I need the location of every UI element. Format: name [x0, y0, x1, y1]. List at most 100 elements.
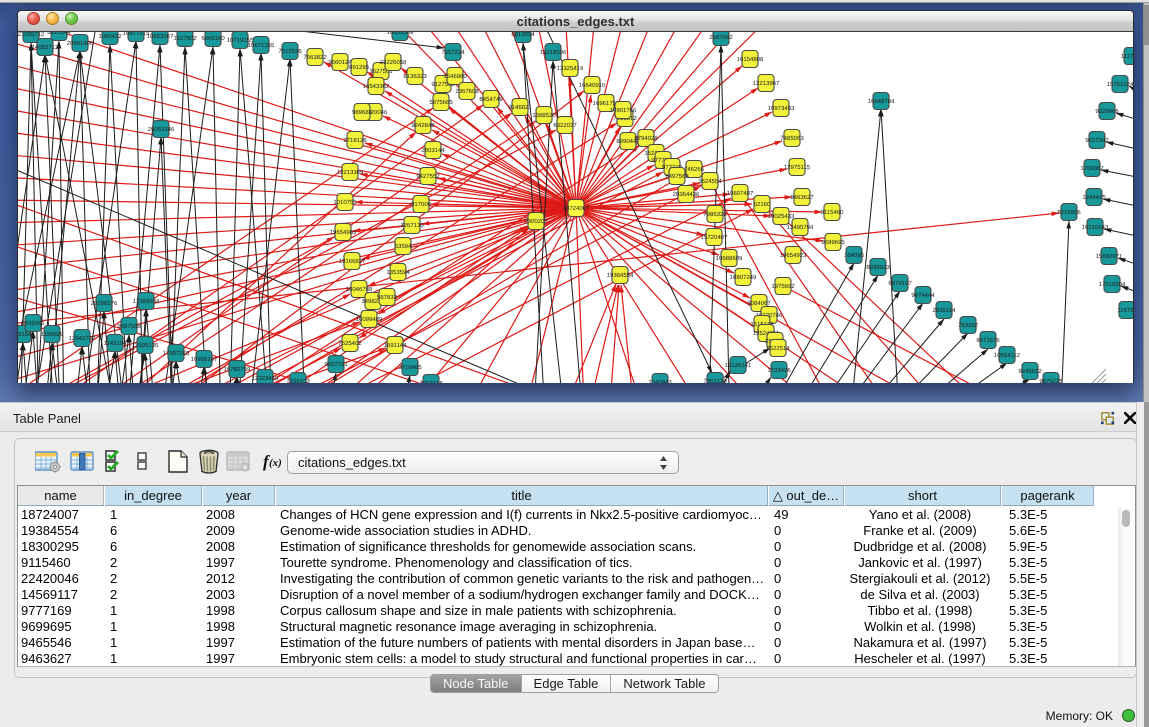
svg-text:10973493: 10973493 [768, 104, 795, 111]
svg-text:3624554: 3624554 [698, 177, 722, 184]
svg-text:6794028: 6794028 [634, 134, 658, 141]
svg-text:13495794: 13495794 [787, 223, 814, 230]
svg-text:9463627: 9463627 [790, 193, 814, 200]
svg-text:8215956: 8215956 [1057, 208, 1081, 215]
svg-text:9242848: 9242848 [411, 121, 435, 128]
svg-text:9474444: 9474444 [911, 291, 935, 298]
svg-text:9227342: 9227342 [1085, 136, 1109, 143]
svg-text:15751024: 15751024 [1107, 80, 1133, 87]
svg-text:2522514: 2522514 [766, 344, 790, 351]
svg-text:18807249: 18807249 [730, 273, 757, 280]
svg-text:2935114: 2935114 [933, 306, 956, 313]
svg-text:7485063: 7485063 [780, 134, 804, 141]
svg-text:8938923: 8938923 [866, 263, 890, 270]
svg-text:8454749: 8454749 [479, 95, 503, 102]
svg-text:10807487: 10807487 [727, 189, 754, 196]
svg-text:6497568: 6497568 [665, 172, 689, 179]
svg-text:16046788: 16046788 [346, 285, 373, 292]
svg-text:23226058: 23226058 [380, 58, 407, 65]
svg-text:17957255: 17957255 [163, 349, 190, 356]
svg-text:1080432: 1080432 [98, 32, 122, 39]
svg-text:1244415: 1244415 [1082, 193, 1106, 200]
svg-text:1117546: 1117546 [1121, 52, 1133, 59]
svg-text:19654923: 19654923 [780, 251, 807, 258]
svg-text:116753: 116753 [1117, 306, 1133, 313]
svg-text:17359934: 17359934 [133, 297, 160, 304]
svg-text:9660124: 9660124 [328, 58, 352, 65]
svg-text:15720407: 15720407 [701, 233, 728, 240]
svg-text:18724007: 18724007 [563, 204, 590, 211]
svg-text:14055712: 14055712 [32, 43, 59, 50]
svg-text:26053346: 26053346 [148, 125, 175, 132]
svg-text:16640910: 16640910 [579, 81, 606, 88]
svg-text:9427552: 9427552 [416, 172, 440, 179]
svg-text:6879197: 6879197 [888, 279, 912, 286]
svg-text:9329966: 9329966 [1095, 107, 1119, 114]
svg-text:12323468: 12323468 [252, 374, 279, 381]
svg-text:2803144: 2803144 [421, 146, 445, 153]
svg-text:16543362: 16543362 [363, 82, 390, 89]
svg-text:1546980: 1546980 [443, 72, 467, 79]
svg-text:1010755: 1010755 [333, 198, 357, 205]
svg-text:62160: 62160 [754, 200, 771, 207]
svg-text:1975692: 1975692 [771, 282, 795, 289]
svg-text:12213369: 12213369 [337, 168, 364, 175]
svg-text:12213967: 12213967 [753, 79, 780, 86]
svg-text:587833: 587833 [377, 293, 397, 300]
svg-text:16210643: 16210643 [1082, 223, 1109, 230]
svg-text:7986322: 7986322 [703, 210, 727, 217]
svg-text:21035712: 21035712 [18, 32, 45, 38]
svg-text:15692971: 15692971 [1096, 252, 1123, 259]
svg-text:7515526: 7515526 [278, 47, 302, 54]
svg-text:6322037: 6322037 [553, 121, 577, 128]
svg-text:10671355: 10671355 [248, 41, 275, 48]
svg-text:19166827: 19166827 [339, 257, 366, 264]
svg-text:16782759: 16782759 [224, 365, 251, 372]
svg-text:10653369: 10653369 [387, 32, 414, 36]
svg-text:763262: 763262 [958, 321, 978, 328]
svg-text:5875685: 5875685 [429, 98, 453, 105]
svg-text:15136141: 15136141 [725, 361, 752, 368]
svg-text:3716485: 3716485 [398, 363, 422, 370]
svg-text:16099489: 16099489 [356, 315, 383, 322]
svg-text:7625402: 7625402 [338, 339, 362, 346]
svg-text:2367608: 2367608 [455, 87, 479, 94]
svg-text:7357224: 7357224 [441, 48, 465, 55]
svg-text:9457791: 9457791 [324, 360, 348, 367]
svg-text:8813054: 8813054 [511, 32, 535, 38]
svg-text:9245652: 9245652 [1018, 367, 1042, 374]
svg-text:20691406: 20691406 [67, 39, 94, 46]
svg-text:2207418: 2207418 [419, 379, 443, 383]
svg-text:12505135: 12505135 [132, 341, 159, 348]
svg-text:12942737: 12942737 [69, 334, 96, 341]
svg-text:9876215: 9876215 [1039, 377, 1063, 383]
svg-text:1435061: 1435061 [21, 319, 45, 326]
svg-text:1588520: 1588520 [532, 111, 556, 118]
svg-text:8136323: 8136323 [403, 72, 427, 79]
svg-text:2300203: 2300203 [524, 217, 548, 224]
svg-text:16648784: 16648784 [868, 97, 895, 104]
svg-text:10901766: 10901766 [610, 106, 637, 113]
svg-text:164095: 164095 [844, 251, 864, 258]
svg-text:16154808: 16154808 [737, 55, 764, 62]
svg-text:1040943: 1040943 [648, 378, 672, 383]
svg-text:2687682: 2687682 [709, 33, 733, 40]
svg-text:746266: 746266 [684, 165, 704, 172]
svg-text:9397588: 9397588 [117, 322, 141, 329]
svg-text:13325419: 13325419 [557, 64, 584, 71]
svg-text:9084067: 9084067 [747, 299, 771, 306]
svg-text:7158103: 7158103 [286, 377, 310, 383]
svg-text:8471676: 8471676 [976, 336, 1000, 343]
svg-text:9115460: 9115460 [821, 208, 844, 215]
svg-text:9699695: 9699695 [821, 238, 845, 245]
svg-text:(x): (x) [269, 457, 282, 469]
svg-text:1209382: 1209382 [1080, 164, 1104, 171]
svg-text:10653267: 10653267 [147, 32, 174, 39]
svg-text:7362130: 7362130 [703, 377, 727, 383]
svg-text:1353594: 1353594 [386, 268, 410, 275]
svg-text:6466160: 6466160 [201, 34, 225, 41]
svg-text:12975115: 12975115 [784, 163, 810, 170]
svg-text:7663822: 7663822 [303, 53, 327, 60]
svg-text:10654112: 10654112 [994, 351, 1020, 358]
svg-text:891295: 891295 [349, 63, 369, 70]
